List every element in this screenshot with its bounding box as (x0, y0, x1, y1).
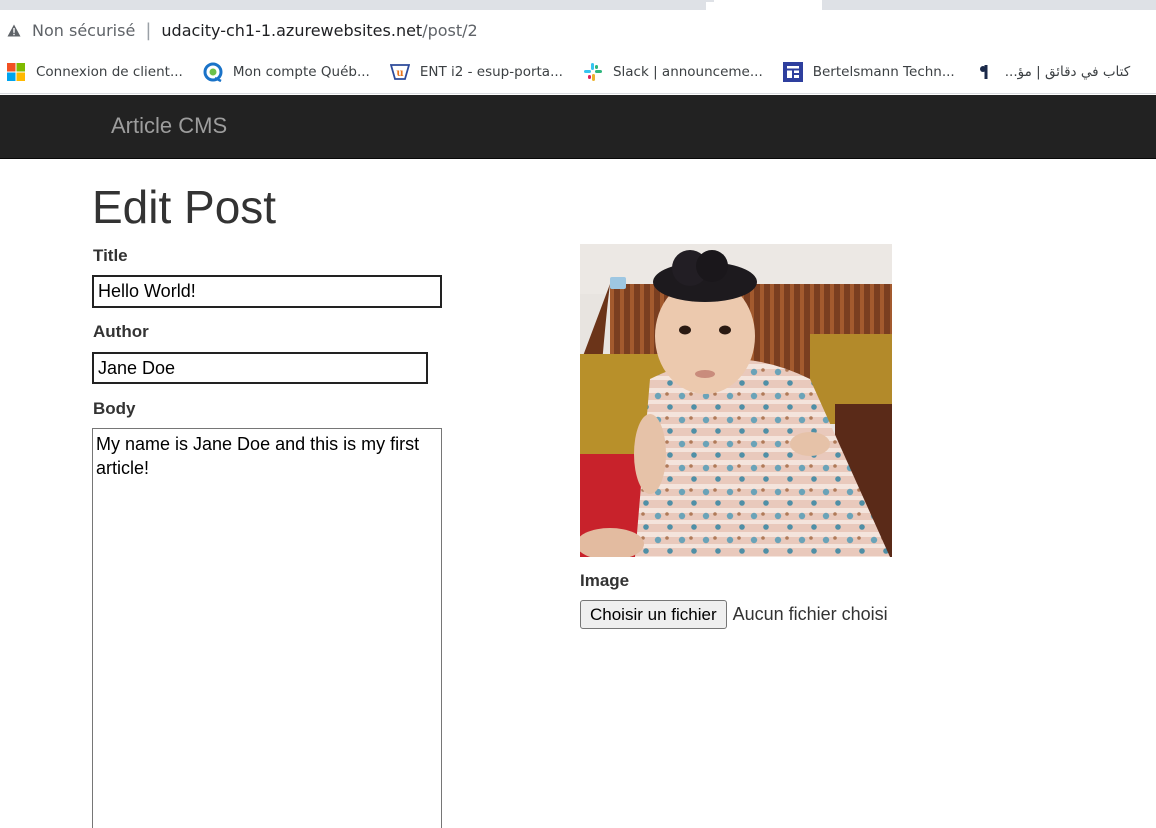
microsoft-icon (6, 62, 26, 82)
url-path[interactable]: /post/2 (422, 21, 478, 40)
site-navbar: Article CMS (0, 95, 1156, 159)
url-separator: | (145, 19, 152, 41)
bookmark-label: Connexion de client... (36, 63, 183, 80)
title-input[interactable] (92, 275, 442, 308)
quebec-icon (203, 62, 223, 82)
page-title: Edit Post (92, 181, 277, 233)
browser-tab-strip (0, 0, 1156, 10)
body-textarea[interactable]: My name is Jane Doe and this is my first… (92, 428, 442, 828)
bertelsmann-icon (782, 61, 803, 82)
warning-icon[interactable] (6, 22, 22, 38)
url-host[interactable]: udacity-ch1-1.azurewebsites.net (161, 21, 422, 40)
author-label: Author (93, 322, 149, 341)
bookmark-ent[interactable]: u ENT i2 - esup-porta... (389, 62, 563, 82)
brand-link[interactable]: Article CMS (111, 113, 227, 139)
bookmark-slack[interactable]: Slack | announceme... (583, 62, 763, 82)
slack-icon (583, 62, 603, 82)
svg-text:u: u (396, 68, 403, 79)
title-label: Title (93, 246, 128, 265)
bookmark-connexion[interactable]: Connexion de client... (6, 62, 183, 82)
bookmark-bertelsmann[interactable]: Bertelsmann Techn... (782, 61, 955, 82)
bookmark-overflow[interactable] (1150, 62, 1156, 82)
address-bar[interactable]: Non sécurisé | udacity-ch1-1.azurewebsit… (0, 10, 1156, 50)
image-file-input[interactable]: Choisir un fichier Aucun fichier choisi (580, 600, 888, 629)
choose-file-button[interactable]: Choisir un fichier (580, 600, 727, 629)
post-image (580, 244, 892, 557)
body-label: Body (93, 399, 136, 418)
bookmark-label: Bertelsmann Techn... (812, 63, 955, 80)
file-status-text: Aucun fichier choisi (732, 604, 888, 624)
bookmark-label: كتاب في دقائق | مؤ... (1004, 63, 1131, 80)
active-tab[interactable] (706, 0, 822, 10)
kitab-icon (975, 62, 995, 82)
image-label: Image (580, 571, 630, 590)
ent-icon: u (389, 62, 410, 82)
author-input[interactable] (92, 352, 428, 384)
security-status[interactable]: Non sécurisé (32, 21, 135, 40)
bookmark-label: Slack | announceme... (612, 63, 763, 80)
bookmark-overflow-icon (1150, 62, 1156, 82)
bookmark-kitab[interactable]: كتاب في دقائق | مؤ... (975, 62, 1130, 82)
bookmark-label: ENT i2 - esup-porta... (419, 63, 563, 80)
inactive-tab[interactable] (822, 0, 1156, 10)
bookmark-label: Mon compte Québ... (232, 63, 370, 80)
bookmarks-bar: Connexion de client... Mon compte Québ..… (0, 50, 1156, 94)
bookmark-mon-compte[interactable]: Mon compte Québ... (203, 62, 370, 82)
